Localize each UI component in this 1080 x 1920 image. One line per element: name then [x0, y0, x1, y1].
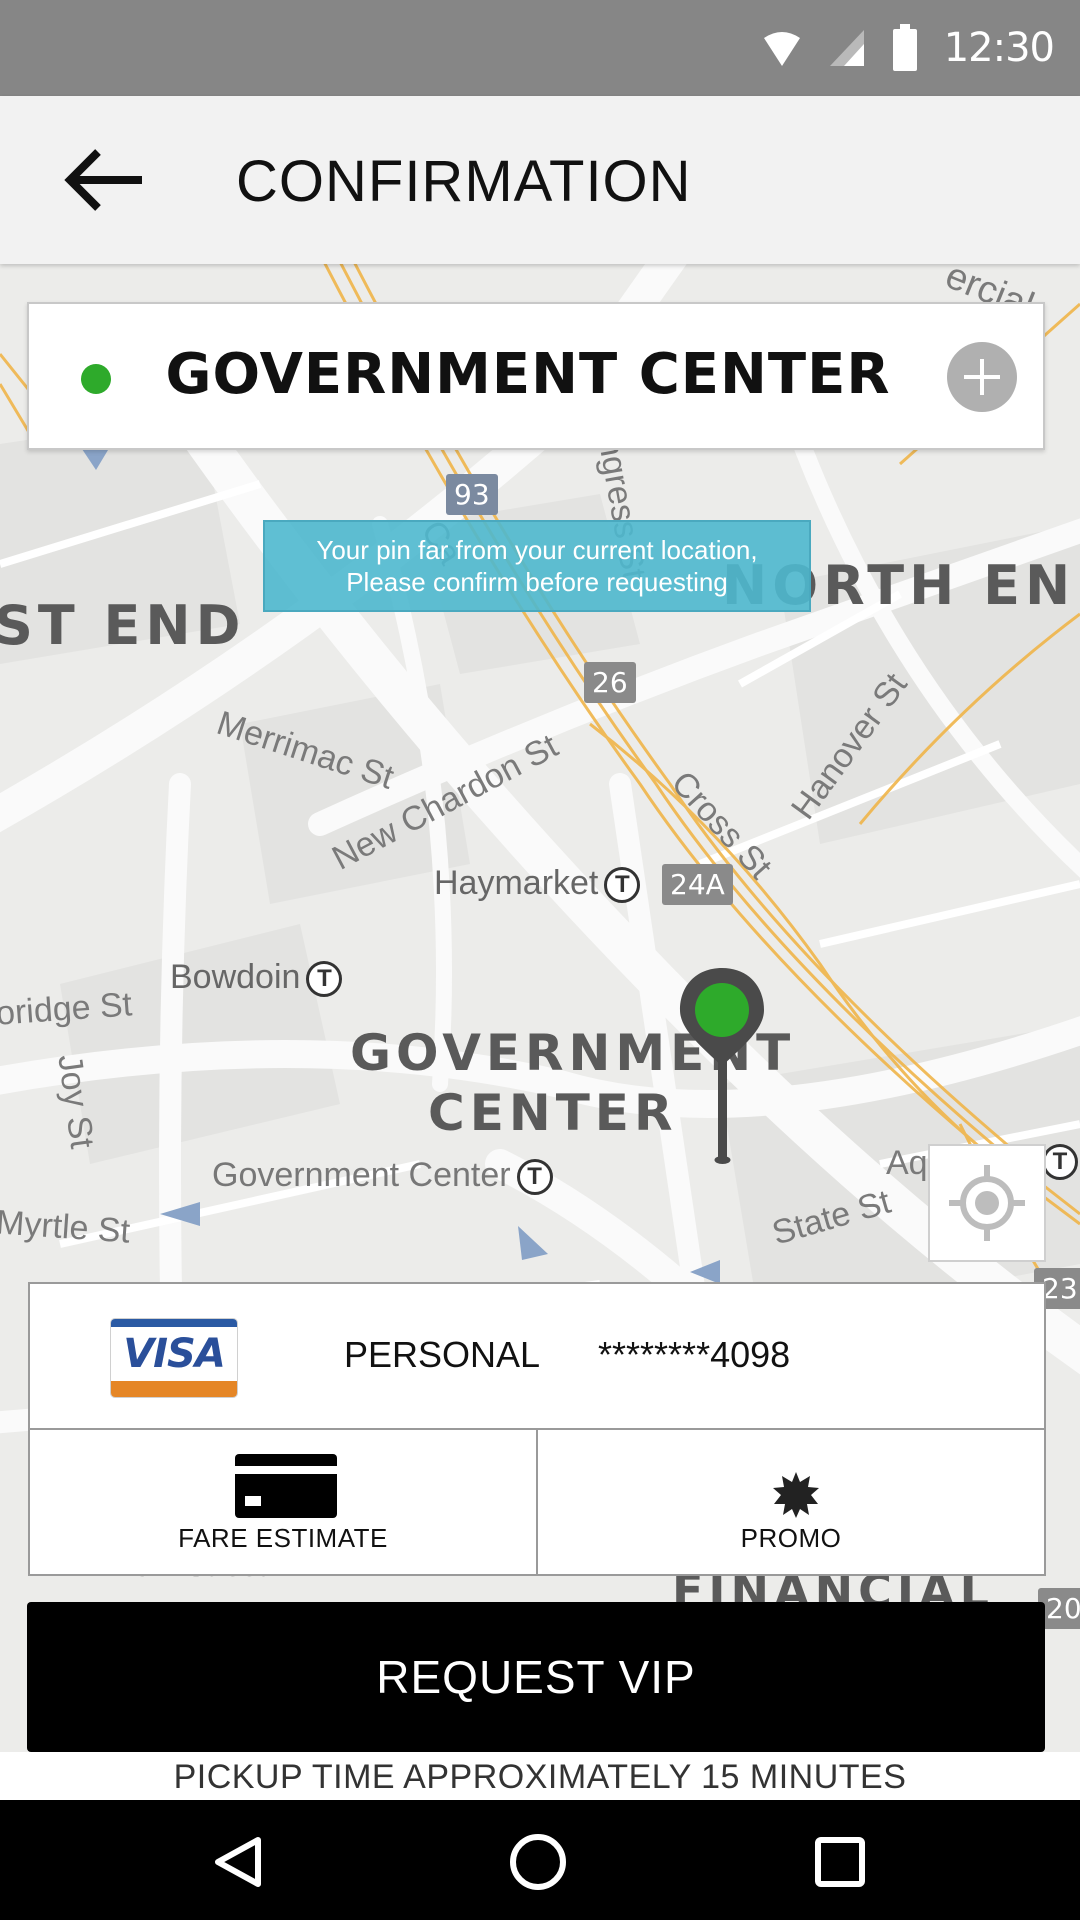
destination-card[interactable]: GOVERNMENT CENTER: [27, 302, 1045, 450]
district-label-west-end: ST END: [0, 594, 246, 657]
back-button[interactable]: [56, 138, 152, 222]
district-label-government-center-2: CENTER: [428, 1084, 678, 1142]
warning-line-2: Please confirm before requesting: [346, 567, 728, 597]
crosshair-icon: [949, 1165, 1025, 1241]
circle-home-icon: [510, 1834, 566, 1890]
highway-shield-93: 93: [446, 474, 498, 515]
destination-name: GOVERNMENT CENTER: [165, 342, 891, 407]
status-bar: 12:30: [0, 0, 1080, 96]
station-label-bowdoin: Bowdoin T: [170, 958, 343, 998]
plus-icon[interactable]: [947, 342, 1017, 412]
visa-brand: VISA: [123, 1331, 226, 1377]
station-label-government-center: Government Center T: [212, 1156, 553, 1196]
credit-card-icon: [235, 1454, 337, 1518]
promo-label: PROMO: [740, 1523, 842, 1553]
station-label-haymarket: Haymarket T: [434, 864, 641, 904]
signal-icon: [829, 30, 864, 66]
pickup-time-bar: PICKUP TIME APPROXIMATELY 15 MINUTES: [0, 1752, 1080, 1800]
fare-estimate-button[interactable]: FARE ESTIMATE: [30, 1430, 536, 1574]
t-station-icon: T: [604, 867, 641, 904]
battery-icon: [892, 24, 917, 71]
t-station-icon: T: [306, 961, 343, 998]
nav-recents-button[interactable]: [808, 1830, 872, 1894]
warning-line-1: Your pin far from your current location,: [316, 535, 758, 565]
pickup-time-text: PICKUP TIME APPROXIMATELY 15 MINUTES: [173, 1758, 907, 1796]
status-icons: 12:30: [762, 0, 1055, 96]
status-time: 12:30: [943, 25, 1055, 71]
triangle-back-icon: [215, 1837, 261, 1887]
system-nav-bar: [0, 1800, 1080, 1920]
t-station-icon: T: [516, 1159, 553, 1196]
square-recents-icon: [815, 1837, 865, 1887]
station-name-bowdoin: Bowdoin: [170, 958, 301, 996]
fare-estimate-label: FARE ESTIMATE: [178, 1523, 388, 1553]
payment-panel: VISA PERSONAL ********4098 FARE ESTIMATE…: [28, 1282, 1046, 1576]
pin-distance-warning: Your pin far from your current location,…: [263, 520, 811, 612]
payment-options: FARE ESTIMATE PROMO: [30, 1430, 1044, 1574]
station-name-haymarket: Haymarket: [434, 864, 599, 902]
wifi-icon: [763, 32, 800, 66]
promo-button[interactable]: PROMO: [536, 1430, 1044, 1574]
exit-shield-26: 26: [584, 662, 636, 703]
map-pin-icon[interactable]: [676, 966, 768, 1166]
visa-card-icon: VISA: [110, 1318, 238, 1398]
nav-home-button[interactable]: [506, 1830, 570, 1894]
exit-shield-24a: 24A: [662, 864, 733, 905]
payment-method-row[interactable]: VISA PERSONAL ********4098: [30, 1284, 1044, 1430]
station-name-government-center: Government Center: [212, 1156, 511, 1194]
my-location-button[interactable]: [928, 1144, 1046, 1262]
badge-icon: [773, 1472, 819, 1518]
page-title: CONFIRMATION: [236, 149, 692, 214]
masked-card-number: ********4098: [598, 1334, 791, 1375]
arrow-left-icon: [64, 149, 142, 211]
nav-back-button[interactable]: [206, 1830, 270, 1894]
street-label-aq: Aq: [886, 1144, 928, 1182]
payment-profile-type: PERSONAL: [344, 1334, 541, 1375]
app-bar: CONFIRMATION: [0, 96, 1080, 264]
request-vip-button[interactable]: REQUEST VIP: [27, 1602, 1045, 1752]
t-station-icon: T: [1042, 1144, 1078, 1180]
